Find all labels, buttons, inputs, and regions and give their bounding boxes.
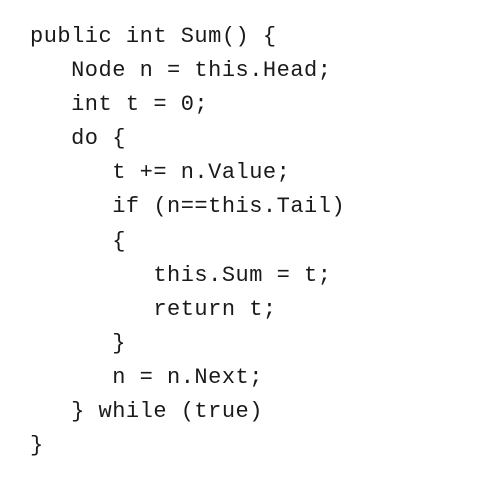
code-line: public int Sum() { [30,20,500,54]
code-line: t += n.Value; [30,156,500,190]
code-line: do { [30,122,500,156]
code-line: } [30,327,500,361]
code-block: public int Sum() { Node n = this.Head; i… [30,20,500,463]
code-line: } while (true) [30,395,500,429]
code-line: if (n==this.Tail) [30,190,500,224]
code-line: return t; [30,293,500,327]
code-line: n = n.Next; [30,361,500,395]
code-line: { [30,225,500,259]
code-line: int t = 0; [30,88,500,122]
code-line: this.Sum = t; [30,259,500,293]
code-line: } [30,429,500,463]
code-line: Node n = this.Head; [30,54,500,88]
